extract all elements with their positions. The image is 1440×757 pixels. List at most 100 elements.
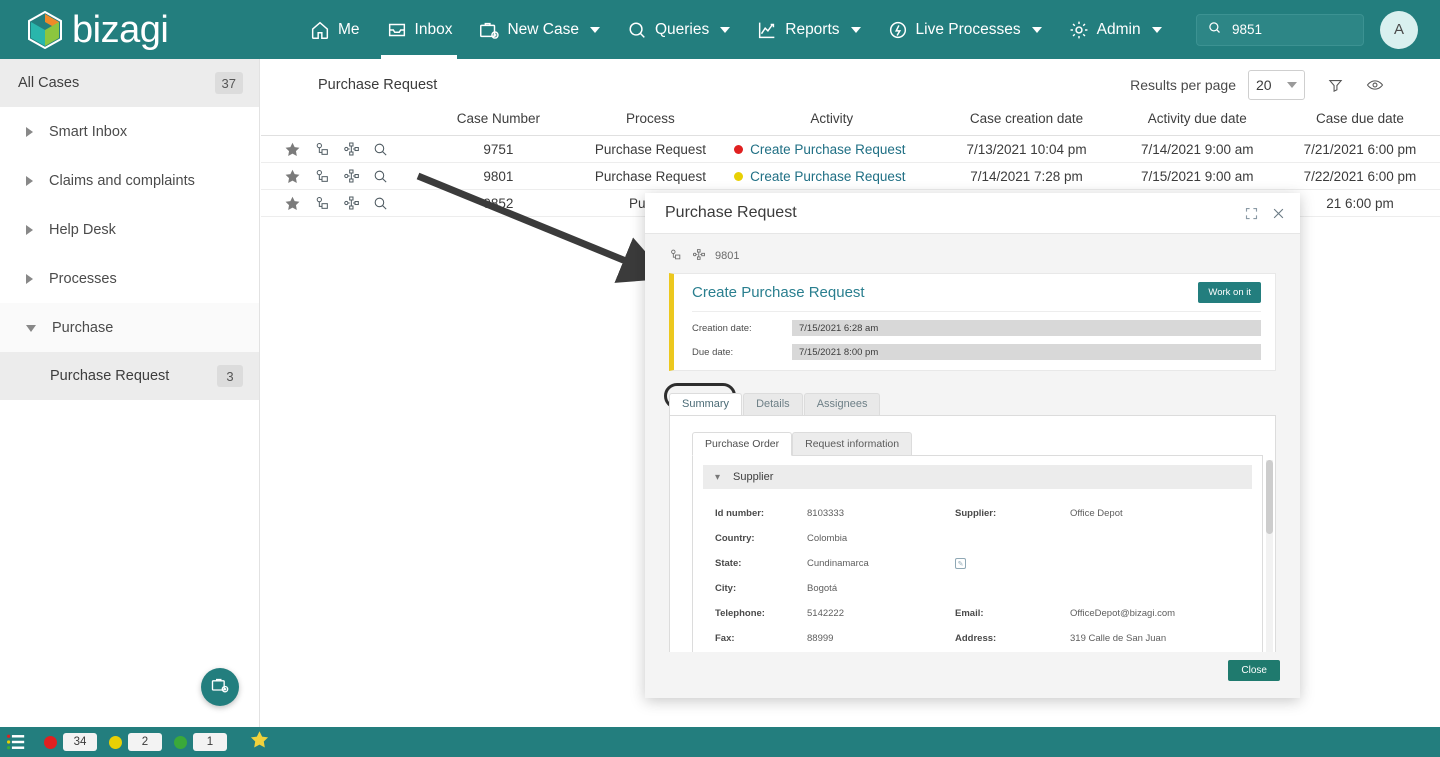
form-value: 5142222 (807, 608, 844, 619)
related-cases-icon[interactable] (314, 141, 330, 157)
status-counter-overdue[interactable]: 34 (44, 733, 97, 751)
new-case-fab[interactable] (201, 668, 239, 706)
nav-item-queries[interactable]: Queries (613, 0, 743, 59)
tab-assignees[interactable]: Assignees (803, 393, 881, 415)
chevron-right-icon (26, 273, 33, 284)
status-counter-ontime[interactable]: 1 (174, 733, 227, 751)
sidebar-item-help-desk[interactable]: Help Desk (0, 205, 259, 254)
sidebar-item-purchase-request[interactable]: Purchase Request 3 (0, 352, 259, 400)
nav-label: Live Processes (915, 20, 1021, 38)
summary-panel: Purchase Order Request information ▾ Sup… (669, 415, 1276, 663)
nav-item-inbox[interactable]: Inbox (373, 0, 466, 59)
tab-summary[interactable]: Summary (669, 393, 743, 415)
brand-logo[interactable]: bizagi (0, 0, 260, 59)
sidebar-item-purchase[interactable]: Purchase (0, 303, 259, 352)
search-input[interactable] (1230, 21, 1353, 38)
note-icon[interactable]: ✎ (955, 558, 966, 569)
process-diagram-icon[interactable] (692, 248, 705, 264)
status-counter-atrisk[interactable]: 2 (109, 733, 162, 751)
chevron-down-icon: ▾ (715, 471, 721, 483)
nav-item-reports[interactable]: Reports (743, 0, 873, 59)
nav-label: Inbox (414, 20, 453, 38)
sidebar-item-label: Claims and complaints (49, 172, 195, 189)
cell-case-number[interactable]: 9852 (421, 189, 576, 217)
status-count: 1 (193, 733, 227, 751)
star-icon[interactable] (284, 141, 301, 158)
main-nav: Me Inbox New Case Queries Reports Live P… (260, 0, 1440, 59)
col-header-actions[interactable] (261, 111, 422, 136)
panel-scrollbar-thumb[interactable] (1266, 460, 1273, 534)
sidebar-item-label: Purchase (52, 319, 114, 336)
nav-item-admin[interactable]: Admin (1055, 0, 1175, 59)
avatar[interactable]: A (1380, 10, 1418, 49)
close-icon[interactable] (1271, 206, 1286, 221)
home-icon (309, 19, 331, 41)
star-icon[interactable] (284, 168, 301, 185)
section-header-supplier[interactable]: ▾ Supplier (703, 465, 1252, 489)
activity-card-header: Create Purchase Request Work on it (692, 274, 1261, 312)
summary-subtabs: Purchase Order Request information (692, 432, 1263, 456)
nav-item-new-case[interactable]: New Case (465, 0, 613, 59)
expand-icon[interactable] (1244, 206, 1259, 221)
process-diagram-icon[interactable] (343, 168, 359, 184)
nav-item-live-processes[interactable]: Live Processes (874, 0, 1055, 59)
cell-case-due-date: 21 6:00 pm (1279, 189, 1440, 217)
tab-details[interactable]: Details (743, 393, 803, 415)
status-dot-red (44, 735, 57, 749)
filter-icon[interactable] (1327, 77, 1344, 94)
col-header-process[interactable]: Process (575, 111, 726, 136)
search-icon (1207, 20, 1222, 40)
cell-activity-due-date: 7/15/2021 9:00 am (1114, 162, 1280, 190)
form-label-2: Address: (955, 633, 997, 644)
search-icon[interactable] (372, 195, 389, 212)
activity-name[interactable]: Create Purchase Request (692, 284, 865, 301)
col-header-case-number[interactable]: Case Number (421, 111, 576, 136)
chevron-down-icon (720, 26, 731, 33)
nav-label: New Case (507, 20, 579, 38)
eye-icon[interactable] (1366, 76, 1384, 94)
list-menu-icon[interactable] (0, 733, 32, 751)
cell-case-number[interactable]: 9801 (421, 162, 576, 190)
process-diagram-icon[interactable] (343, 141, 359, 157)
cell-case-number[interactable]: 9751 (421, 135, 576, 163)
related-cases-icon[interactable] (669, 248, 682, 264)
global-search[interactable] (1196, 13, 1364, 46)
results-per-page-select[interactable]: 20 (1248, 70, 1305, 100)
col-header-activity[interactable]: Activity (725, 111, 939, 136)
sidebar-item-all-cases[interactable]: All Cases 37 (0, 59, 259, 107)
section-label: Supplier (733, 471, 774, 483)
form-value-2: Office Depot (1070, 508, 1123, 519)
subtab-request-information[interactable]: Request information (792, 432, 913, 456)
sidebar-item-claims-and-complaints[interactable]: Claims and complaints (0, 156, 259, 205)
briefcase-plus-icon (478, 19, 500, 41)
work-on-it-button[interactable]: Work on it (1198, 282, 1261, 303)
col-header-activity-due-date[interactable]: Activity due date (1114, 111, 1280, 136)
results-per-page-value: 20 (1256, 77, 1272, 93)
case-detail-modal: Purchase Request 9801 Create Purchase Re… (645, 193, 1300, 698)
col-header-case-creation-date[interactable]: Case creation date (938, 111, 1115, 136)
nav-label: Admin (1096, 20, 1141, 38)
row-actions (261, 162, 422, 190)
activity-link[interactable]: Create Purchase Request (750, 142, 905, 157)
top-navigation-bar: bizagi Me Inbox New Case Queries Reports… (0, 0, 1440, 59)
col-header-case-due-date[interactable]: Case due date (1279, 111, 1440, 136)
subtab-purchase-order[interactable]: Purchase Order (692, 432, 793, 456)
activity-link[interactable]: Create Purchase Request (750, 169, 905, 184)
table-row[interactable]: 9751 Purchase Request Create Purchase Re… (261, 135, 1440, 163)
form-label: Id number: (715, 508, 765, 519)
table-header-row: Case Number Process Activity Case creati… (261, 111, 1440, 136)
sidebar-item-smart-inbox[interactable]: Smart Inbox (0, 107, 259, 156)
related-cases-icon[interactable] (314, 195, 330, 211)
related-cases-icon[interactable] (314, 168, 330, 184)
cell-activity-due-date: 7/14/2021 9:00 am (1114, 135, 1280, 163)
table-row[interactable]: 9801 Purchase Request Create Purchase Re… (261, 162, 1440, 190)
search-icon[interactable] (372, 141, 389, 158)
star-icon[interactable] (284, 195, 301, 212)
sidebar-item-processes[interactable]: Processes (0, 254, 259, 303)
favorites-star-icon[interactable] (249, 729, 270, 755)
search-icon[interactable] (372, 168, 389, 185)
nav-item-me[interactable]: Me (296, 0, 373, 59)
process-diagram-icon[interactable] (343, 195, 359, 211)
row-actions (261, 135, 422, 163)
close-button[interactable]: Close (1228, 660, 1280, 681)
